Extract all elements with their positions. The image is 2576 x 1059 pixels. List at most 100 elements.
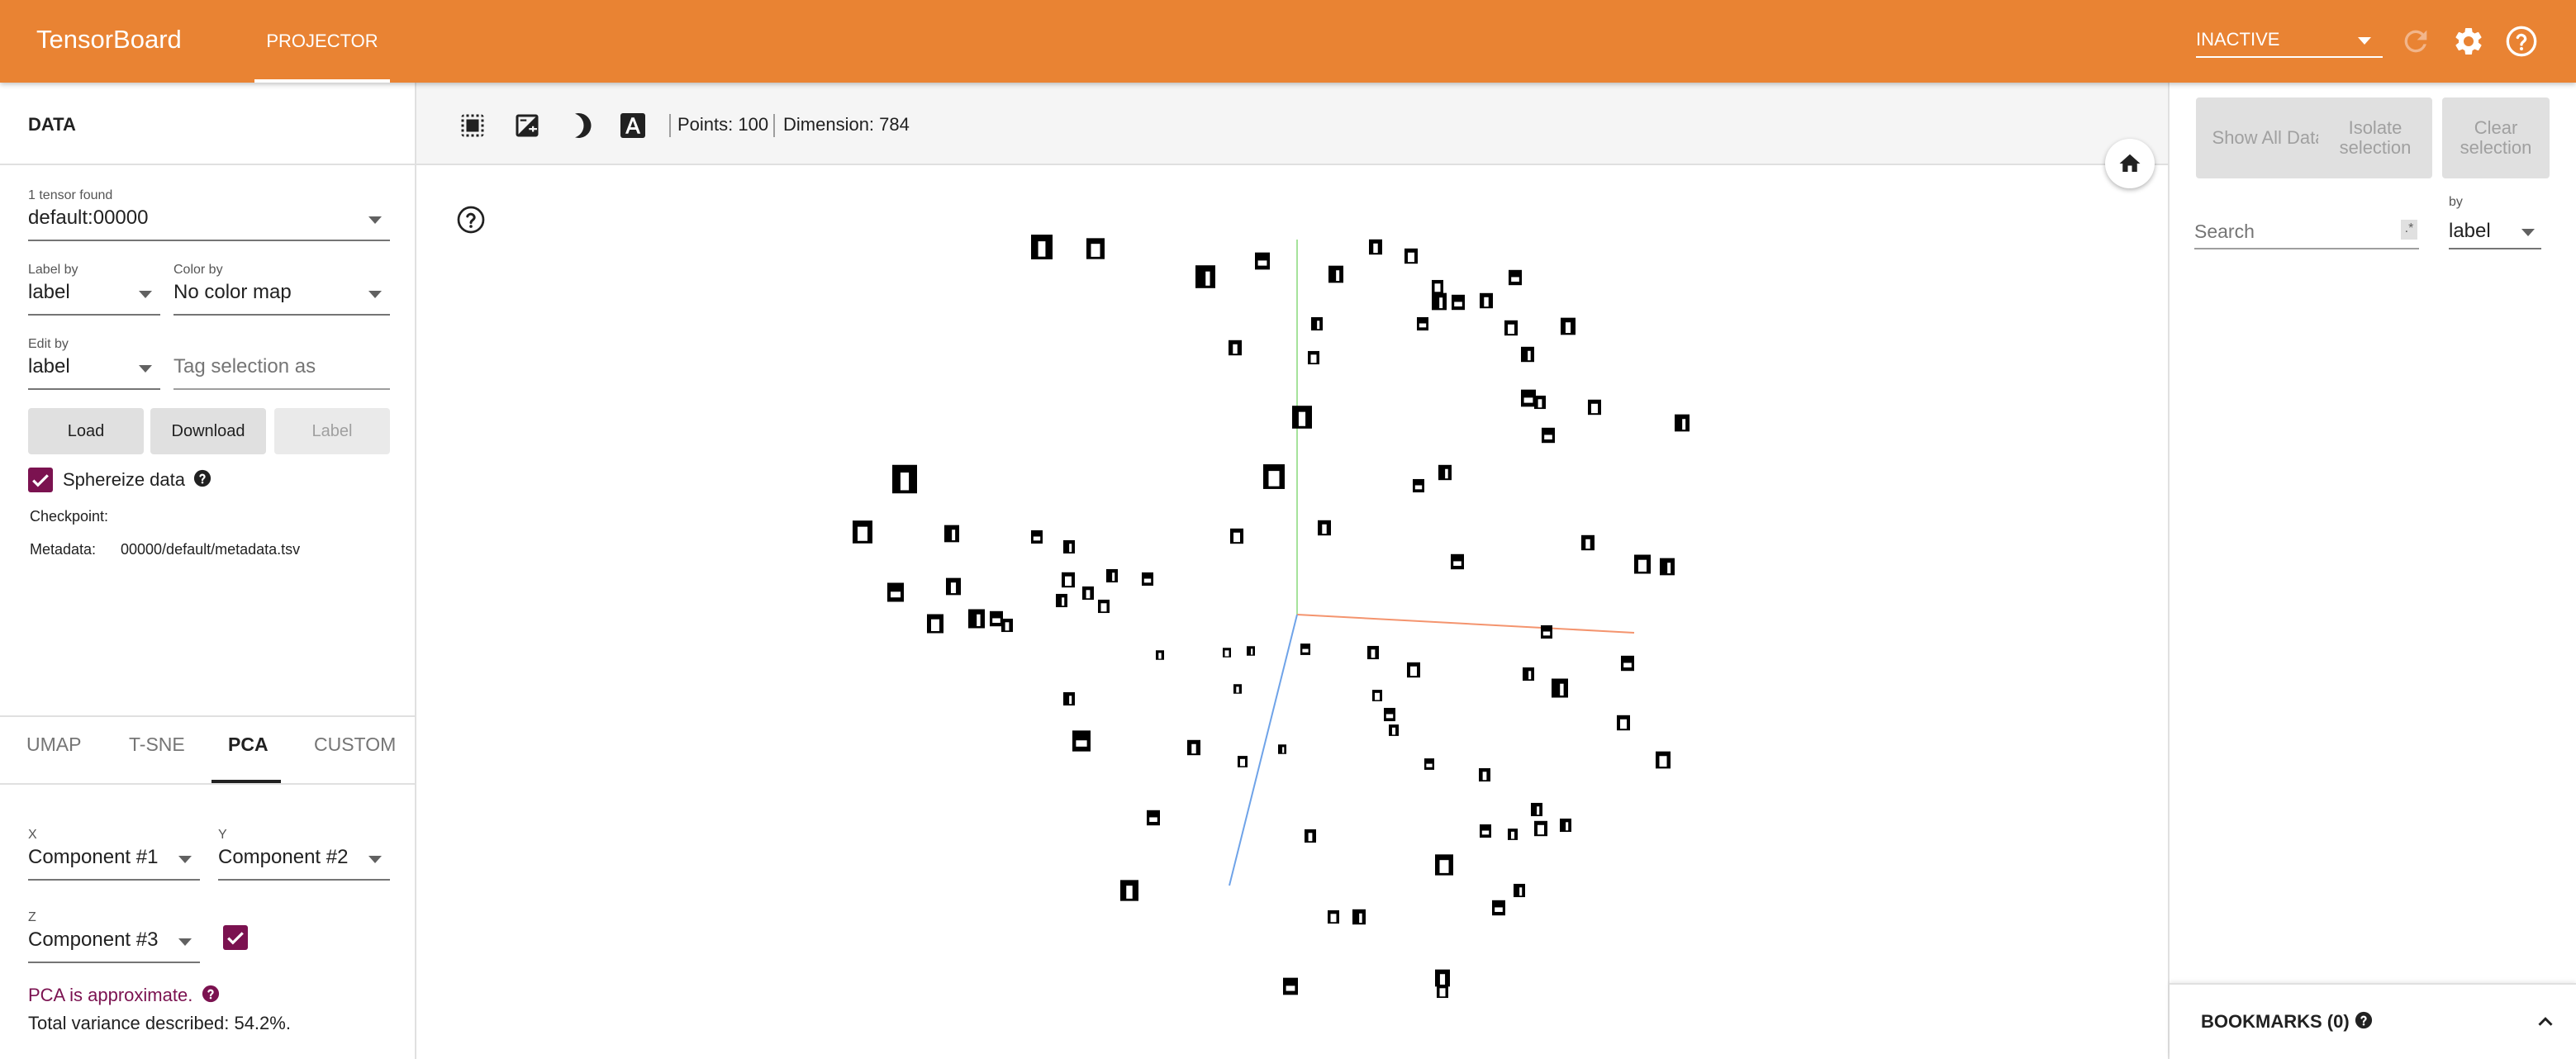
point-sprite[interactable] [1229, 340, 1242, 356]
point-sprite[interactable] [1479, 767, 1490, 782]
point-sprite[interactable] [1413, 478, 1424, 493]
point-sprite[interactable] [1086, 238, 1105, 259]
point-sprite[interactable] [1534, 820, 1547, 837]
reset-view-button[interactable] [2105, 139, 2155, 188]
isolate-selection-button[interactable]: Isolate selection [2318, 97, 2432, 178]
point-sprite[interactable] [1278, 744, 1286, 754]
chevron-up-icon[interactable] [2533, 1009, 2558, 1034]
point-sprite[interactable] [1292, 406, 1312, 429]
point-sprite[interactable] [1542, 427, 1555, 444]
point-sprite[interactable] [892, 464, 917, 494]
point-sprite[interactable] [1372, 690, 1382, 701]
regex-toggle[interactable]: .* [2401, 220, 2417, 240]
point-sprite[interactable] [1389, 724, 1399, 736]
point-sprite[interactable] [1367, 645, 1379, 660]
point-sprite[interactable] [1142, 572, 1153, 586]
labels-icon[interactable] [618, 111, 648, 140]
point-sprite[interactable] [1480, 292, 1493, 309]
point-sprite[interactable] [1552, 678, 1568, 698]
point-sprite[interactable] [1223, 648, 1231, 658]
point-sprite[interactable] [1521, 346, 1534, 363]
point-sprite[interactable] [1437, 984, 1448, 999]
point-sprite[interactable] [1508, 829, 1518, 840]
point-sprite[interactable] [1438, 464, 1452, 481]
point-sprite[interactable] [1106, 568, 1118, 583]
z-enable-checkbox[interactable] [223, 925, 248, 950]
point-sprite[interactable] [1480, 824, 1491, 838]
color-by-select[interactable]: No color map [173, 276, 390, 316]
point-sprite[interactable] [887, 582, 904, 602]
point-sprite[interactable] [1156, 650, 1164, 660]
point-sprite[interactable] [1120, 880, 1138, 901]
point-sprite[interactable] [1238, 756, 1248, 767]
help-icon[interactable] [2355, 1011, 2373, 1029]
help-icon[interactable] [202, 985, 220, 1003]
point-sprite[interactable] [944, 525, 959, 543]
point-sprite[interactable] [1072, 730, 1091, 752]
point-sprite[interactable] [1328, 909, 1339, 924]
tab-tsne[interactable]: T-SNE [129, 734, 185, 756]
point-sprite[interactable] [1634, 554, 1651, 574]
point-sprite[interactable] [1509, 269, 1522, 286]
point-sprite[interactable] [1031, 530, 1043, 544]
bookmarks-panel[interactable]: BOOKMARKS (0) [2170, 983, 2576, 1059]
label-by-select[interactable]: label [28, 276, 160, 316]
point-sprite[interactable] [1328, 265, 1343, 283]
point-sprite[interactable] [1407, 662, 1420, 678]
point-sprite[interactable] [1660, 558, 1675, 576]
point-sprite[interactable] [853, 520, 872, 544]
download-button[interactable]: Download [150, 408, 266, 454]
point-sprite[interactable] [1230, 528, 1243, 544]
point-sprite[interactable] [1063, 539, 1075, 554]
select-rectangle-icon[interactable] [458, 111, 487, 140]
point-sprite[interactable] [1521, 389, 1536, 407]
x-component-select[interactable]: Component #1 [28, 841, 200, 881]
point-sprite[interactable] [1308, 350, 1319, 365]
point-sprite[interactable] [1435, 969, 1450, 987]
point-sprite[interactable] [1621, 655, 1634, 672]
point-sprite[interactable] [1561, 317, 1576, 335]
point-sprite[interactable] [1098, 599, 1110, 614]
point-sprite[interactable] [1384, 707, 1395, 722]
tag-selection-input[interactable]: Tag selection as [173, 350, 390, 390]
point-sprite[interactable] [1001, 618, 1013, 633]
point-sprite[interactable] [1523, 667, 1534, 681]
point-sprite[interactable] [1352, 909, 1366, 925]
point-sprite[interactable] [1424, 758, 1434, 770]
point-sprite[interactable] [1675, 414, 1690, 432]
z-component-select[interactable]: Component #3 [28, 924, 200, 963]
refresh-icon[interactable] [2399, 25, 2432, 58]
search-by-select[interactable]: label [2449, 216, 2541, 249]
point-sprite[interactable] [1318, 520, 1331, 536]
help-icon[interactable] [2505, 25, 2538, 58]
help-icon[interactable] [193, 469, 211, 487]
point-sprite[interactable] [1492, 900, 1505, 916]
brightness-icon[interactable] [565, 111, 595, 140]
point-sprite[interactable] [946, 577, 961, 596]
point-sprite[interactable] [1283, 977, 1298, 995]
load-button[interactable]: Load [28, 408, 144, 454]
point-sprite[interactable] [1432, 292, 1447, 311]
edit-by-select[interactable]: label [28, 350, 160, 390]
point-sprite[interactable] [1435, 854, 1453, 876]
sphereize-checkbox[interactable] [28, 468, 53, 492]
point-sprite[interactable] [1062, 572, 1075, 588]
point-sprite[interactable] [1255, 252, 1270, 270]
gear-icon[interactable] [2452, 25, 2485, 58]
help-icon[interactable] [456, 205, 486, 235]
point-sprite[interactable] [1504, 320, 1518, 336]
point-sprite[interactable] [1417, 316, 1428, 331]
search-input[interactable]: Search [2194, 216, 2419, 249]
point-sprite[interactable] [1311, 316, 1323, 331]
point-sprite[interactable] [1617, 715, 1630, 731]
clear-selection-button[interactable]: Clear selection [2442, 97, 2550, 178]
point-sprite[interactable] [1187, 739, 1200, 756]
point-sprite[interactable] [1581, 534, 1595, 551]
projection-scene[interactable] [416, 167, 2168, 1059]
point-sprite[interactable] [1514, 883, 1525, 898]
tensor-select[interactable]: default:00000 [28, 202, 390, 241]
point-sprite[interactable] [1195, 265, 1215, 288]
point-sprite[interactable] [1541, 624, 1552, 639]
point-sprite[interactable] [1531, 802, 1542, 817]
point-sprite[interactable] [1147, 810, 1160, 826]
